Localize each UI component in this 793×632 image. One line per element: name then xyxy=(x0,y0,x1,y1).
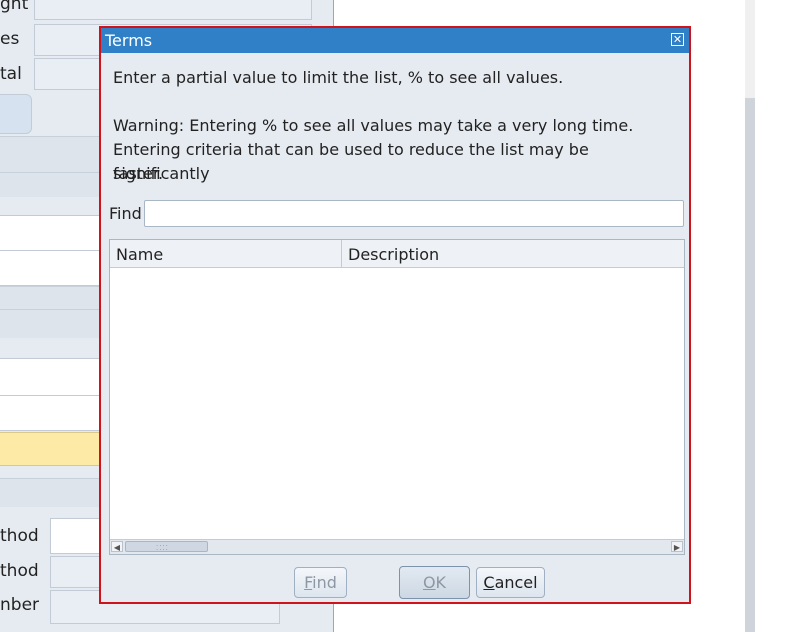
find-button-mnemonic: F xyxy=(304,573,313,592)
background-row[interactable] xyxy=(0,250,108,286)
background-highlight-row[interactable] xyxy=(0,432,108,466)
background-band xyxy=(0,478,108,507)
close-icon[interactable]: ✕ xyxy=(671,33,684,46)
warning-line-1: Warning: Entering % to see all values ma… xyxy=(113,116,634,135)
scroll-right-icon[interactable]: ▶ xyxy=(671,541,683,552)
scrollbar-thumb[interactable]: ⁚⁚⁚⁚ xyxy=(125,541,208,552)
background-field-label: es xyxy=(0,29,20,49)
background-row[interactable] xyxy=(0,395,108,431)
background-field-label: nber xyxy=(0,595,40,615)
background-band xyxy=(0,172,108,197)
background-row[interactable] xyxy=(0,215,108,251)
column-header-description[interactable]: Description xyxy=(348,245,439,264)
ok-button-mnemonic: O xyxy=(422,573,436,592)
background-field-label: tal xyxy=(0,64,22,84)
background-band xyxy=(0,136,108,172)
dialog-title: Terms xyxy=(105,31,153,50)
terms-dialog: Terms ✕ Enter a partial value to limit t… xyxy=(99,26,691,604)
scroll-left-icon[interactable]: ◀ xyxy=(111,541,123,552)
dialog-titlebar[interactable]: Terms ✕ xyxy=(101,28,689,53)
find-input[interactable] xyxy=(144,200,684,227)
warning-line-2: Entering criteria that can be used to re… xyxy=(113,140,589,183)
ok-button-label: K xyxy=(435,573,447,592)
results-grid[interactable]: Name Description ◀ ⁚⁚⁚⁚ ▶ xyxy=(109,239,685,555)
find-label: Find xyxy=(109,204,142,223)
horizontal-scrollbar[interactable]: ◀ ⁚⁚⁚⁚ ▶ xyxy=(110,539,684,554)
cancel-button[interactable]: Cancel xyxy=(476,567,545,598)
cancel-button-mnemonic: C xyxy=(483,573,495,592)
column-header-name[interactable]: Name xyxy=(116,245,163,264)
background-field-label: ght xyxy=(0,0,29,14)
grip-icon: ⁚⁚⁚⁚ xyxy=(156,544,169,552)
cancel-button-label: ancel xyxy=(494,573,538,592)
column-divider[interactable] xyxy=(341,240,342,267)
background-field-label: thod xyxy=(0,526,39,546)
instruction-text: Enter a partial value to limit the list,… xyxy=(113,68,564,87)
background-field[interactable] xyxy=(34,0,312,20)
ok-button[interactable]: OK xyxy=(399,566,470,599)
background-band xyxy=(0,286,108,309)
background-button[interactable] xyxy=(0,94,32,134)
background-field-label: thod xyxy=(0,561,39,581)
background-row[interactable] xyxy=(0,358,108,396)
background-scrollbar-track xyxy=(745,0,755,98)
grid-header: Name Description xyxy=(110,240,684,268)
find-button-label: ind xyxy=(312,573,337,592)
find-button[interactable]: Find xyxy=(294,567,347,598)
warning-line-3: faster. xyxy=(113,164,164,183)
background-scrollbar[interactable] xyxy=(745,0,755,632)
background-band xyxy=(0,309,108,338)
